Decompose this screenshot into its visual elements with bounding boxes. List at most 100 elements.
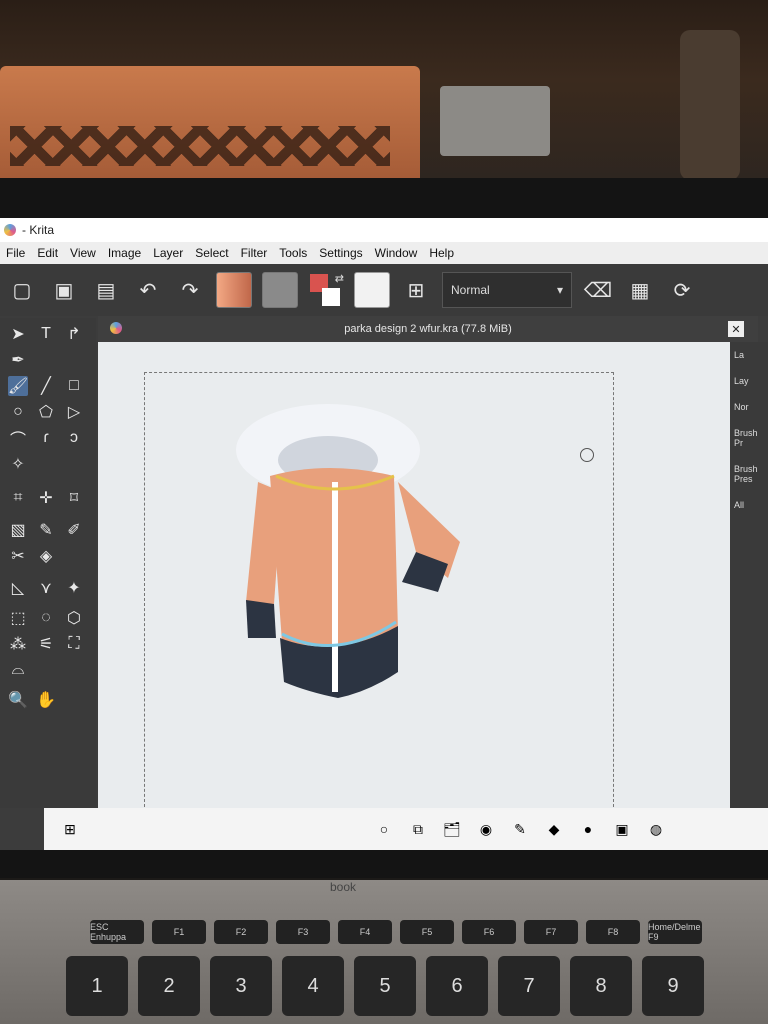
smart-patch-icon[interactable]: ✐ — [64, 520, 84, 540]
eraser-icon[interactable]: ⌫ — [582, 274, 614, 306]
color-picker-icon[interactable]: ✎ — [36, 520, 56, 540]
illustrator-icon[interactable]: ▣ — [612, 819, 632, 839]
rectangle-tool-icon[interactable]: □ — [64, 376, 84, 396]
redo-icon[interactable]: ↷ — [174, 274, 206, 306]
colorize-mask-icon[interactable]: ✂ — [8, 546, 28, 566]
key-f8: F8 — [586, 920, 640, 944]
text-tool-icon[interactable]: T — [36, 324, 56, 344]
pan-tool-icon[interactable]: ✋ — [36, 690, 56, 710]
key-1: 1 — [66, 956, 128, 1016]
background-color[interactable] — [322, 288, 340, 306]
number-key-row: 1 2 3 4 5 6 7 8 9 — [66, 956, 704, 1016]
menu-window[interactable]: Window — [369, 246, 424, 260]
pattern-selector[interactable] — [262, 272, 298, 308]
paint-app-icon[interactable]: ◆ — [544, 819, 564, 839]
chrome-icon[interactable]: ◉ — [476, 819, 496, 839]
edit-shapes-tool-icon[interactable]: ↱ — [64, 324, 84, 344]
docker-brush-presets-tab[interactable]: Brush Pres — [730, 456, 768, 492]
search-icon[interactable]: ○ — [374, 819, 394, 839]
blend-mode-select[interactable]: Normal ▾ — [442, 272, 572, 308]
dynamic-brush-tool-icon[interactable]: ↄ — [64, 428, 84, 448]
close-document-button[interactable]: ✕ — [728, 321, 744, 337]
menu-tools[interactable]: Tools — [273, 246, 313, 260]
window-title: - Krita — [22, 223, 55, 237]
measure-tool-icon[interactable]: ◺ — [8, 578, 28, 598]
reference-tool-icon[interactable]: ✦ — [64, 578, 84, 598]
menu-settings[interactable]: Settings — [313, 246, 368, 260]
freehand-brush-tool-icon[interactable]: 🖌 — [8, 376, 28, 396]
magic-wand-icon[interactable]: ⚟ — [36, 634, 56, 654]
document-icon — [110, 322, 122, 334]
docker-filter-all[interactable]: All — [730, 492, 768, 518]
krita-logo-icon — [4, 224, 16, 236]
key-6: 6 — [426, 956, 488, 1016]
reload-icon[interactable]: ⟳ — [666, 274, 698, 306]
parka-drawing — [236, 404, 460, 698]
undo-icon[interactable]: ↶ — [132, 274, 164, 306]
move-tool-icon[interactable]: ✛ — [36, 488, 56, 508]
menu-layer[interactable]: Layer — [147, 246, 189, 260]
outline-select-icon[interactable]: ⁂ — [8, 634, 28, 654]
menu-help[interactable]: Help — [423, 246, 460, 260]
spotify-icon[interactable]: ● — [578, 819, 598, 839]
menu-file[interactable]: File — [0, 246, 31, 260]
polygon-tool-icon[interactable]: ⬠ — [36, 402, 56, 422]
document-title: parka design 2 wfur.kra (77.8 MiB) — [344, 323, 512, 335]
key-f5: F5 — [400, 920, 454, 944]
bezier-select-icon[interactable]: ⌓ — [8, 660, 28, 680]
similar-select-icon[interactable]: ⛶ — [64, 634, 84, 654]
elliptical-select-icon[interactable]: ◌ — [36, 608, 56, 628]
gradient-selector[interactable] — [216, 272, 252, 308]
color-selector[interactable]: ⇄ — [308, 272, 344, 308]
docker-label-layers-tab[interactable]: Lay — [730, 368, 768, 394]
zoom-tool-icon[interactable]: 🔍 — [8, 690, 28, 710]
background-bottle — [680, 30, 740, 180]
brush-preset-selector[interactable] — [354, 272, 390, 308]
task-view-icon[interactable]: ⧉ — [408, 819, 428, 839]
menu-view[interactable]: View — [64, 246, 102, 260]
ellipse-tool-icon[interactable]: ○ — [8, 402, 28, 422]
menu-bar: File Edit View Image Layer Select Filter… — [0, 242, 768, 264]
select-shapes-tool-icon[interactable]: ➤ — [8, 324, 28, 344]
menu-filter[interactable]: Filter — [235, 246, 274, 260]
key-9: 9 — [642, 956, 704, 1016]
rectangular-select-icon[interactable]: ⬚ — [8, 608, 28, 628]
alpha-lock-icon[interactable]: ▦ — [624, 274, 656, 306]
docker-blend-mode[interactable]: Nor — [730, 394, 768, 420]
fill-tool-icon[interactable]: ◈ — [36, 546, 56, 566]
swap-colors-icon[interactable]: ⇄ — [335, 272, 344, 285]
key-4: 4 — [282, 956, 344, 1016]
menu-edit[interactable]: Edit — [31, 246, 64, 260]
bezier-tool-icon[interactable]: ⌒ — [8, 428, 28, 449]
krita-taskbar-icon[interactable]: ✎ — [510, 819, 530, 839]
save-icon[interactable]: ▤ — [90, 274, 122, 306]
document-tab[interactable]: parka design 2 wfur.kra (77.8 MiB) ✕ — [98, 316, 758, 342]
canvas[interactable] — [98, 342, 730, 812]
workspace-icon[interactable]: ⊞ — [400, 274, 432, 306]
crop-tool-icon[interactable]: ⌗ — [8, 488, 28, 508]
file-explorer-icon[interactable]: 🗂 — [442, 819, 462, 839]
docker-brush-presets[interactable]: Brush Pr — [730, 420, 768, 456]
menu-select[interactable]: Select — [189, 246, 234, 260]
assistant-tool-icon[interactable]: ⋎ — [36, 578, 56, 598]
polyline-tool-icon[interactable]: ▷ — [64, 402, 84, 422]
gradient-tool-icon[interactable]: ▧ — [8, 520, 28, 540]
menu-image[interactable]: Image — [102, 246, 147, 260]
freehand-path-tool-icon[interactable]: ɾ — [36, 428, 56, 448]
transform-tool-icon[interactable]: ⌑ — [64, 488, 84, 508]
new-document-icon[interactable]: ▢ — [6, 274, 38, 306]
app-icon[interactable]: ◍ — [646, 819, 666, 839]
polygon-select-icon[interactable]: ⬡ — [64, 608, 84, 628]
key-f2: F2 — [214, 920, 268, 944]
open-folder-icon[interactable]: ▣ — [48, 274, 80, 306]
key-2: 2 — [138, 956, 200, 1016]
toolbox: ➤ T ↱ ✒ 🖌 ╱ □ ○ ⬠ ▷ ⌒ ɾ ↄ ✧ ⌗ ✛ ⌑ ▧ ✎ ✐ … — [0, 318, 96, 808]
docker-label-layers[interactable]: La — [730, 342, 768, 368]
line-tool-icon[interactable]: ╱ — [36, 376, 56, 396]
multibrush-tool-icon[interactable]: ✧ — [8, 454, 28, 474]
key-f7: F7 — [524, 920, 578, 944]
key-f1: F1 — [152, 920, 206, 944]
title-bar: - Krita — [0, 218, 768, 242]
windows-start-icon[interactable]: ⊞ — [60, 819, 80, 839]
calligraphy-tool-icon[interactable]: ✒ — [8, 350, 28, 370]
